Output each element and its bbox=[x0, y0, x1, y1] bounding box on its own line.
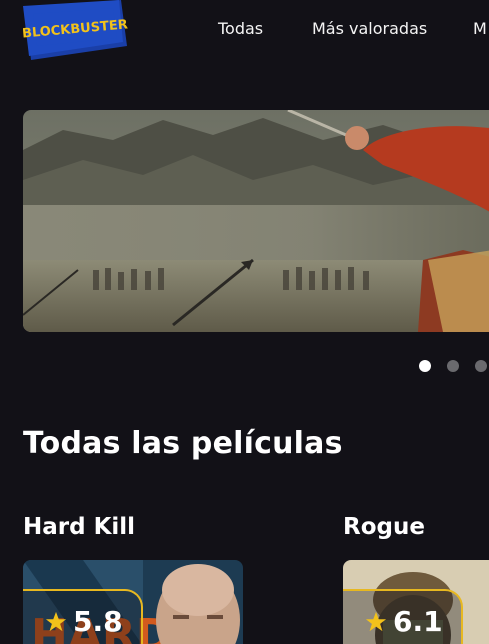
carousel-dot-2[interactable] bbox=[447, 360, 459, 372]
movie-title-hard-kill[interactable]: Hard Kill bbox=[23, 514, 135, 540]
nav-item-mas-valoradas[interactable]: Más valoradas bbox=[312, 19, 427, 38]
rating-value: 5.8 bbox=[73, 605, 123, 638]
hero-image bbox=[23, 110, 489, 332]
star-icon bbox=[365, 611, 387, 632]
movie-title-rogue[interactable]: Rogue bbox=[343, 514, 425, 540]
nav-item-todas[interactable]: Todas bbox=[218, 19, 263, 38]
movie-poster-rogue[interactable]: 6.1 bbox=[343, 560, 489, 644]
hero-banner[interactable] bbox=[23, 110, 489, 332]
star-icon bbox=[45, 611, 67, 632]
carousel-dot-1[interactable] bbox=[419, 360, 431, 372]
rating-badge: 5.8 bbox=[23, 589, 143, 644]
blockbuster-logo[interactable]: BLOCKBUSTER bbox=[23, 0, 129, 62]
app-page: BLOCKBUSTER Todas Más valoradas M Todas … bbox=[0, 0, 489, 644]
rating-badge: 6.1 bbox=[343, 589, 463, 644]
carousel-dot-3[interactable] bbox=[475, 360, 487, 372]
section-title: Todas las películas bbox=[23, 426, 343, 461]
nav-item-more[interactable]: M bbox=[473, 19, 487, 38]
movie-poster-hard-kill[interactable]: HARD 5.8 bbox=[23, 560, 243, 644]
rating-value: 6.1 bbox=[393, 605, 443, 638]
